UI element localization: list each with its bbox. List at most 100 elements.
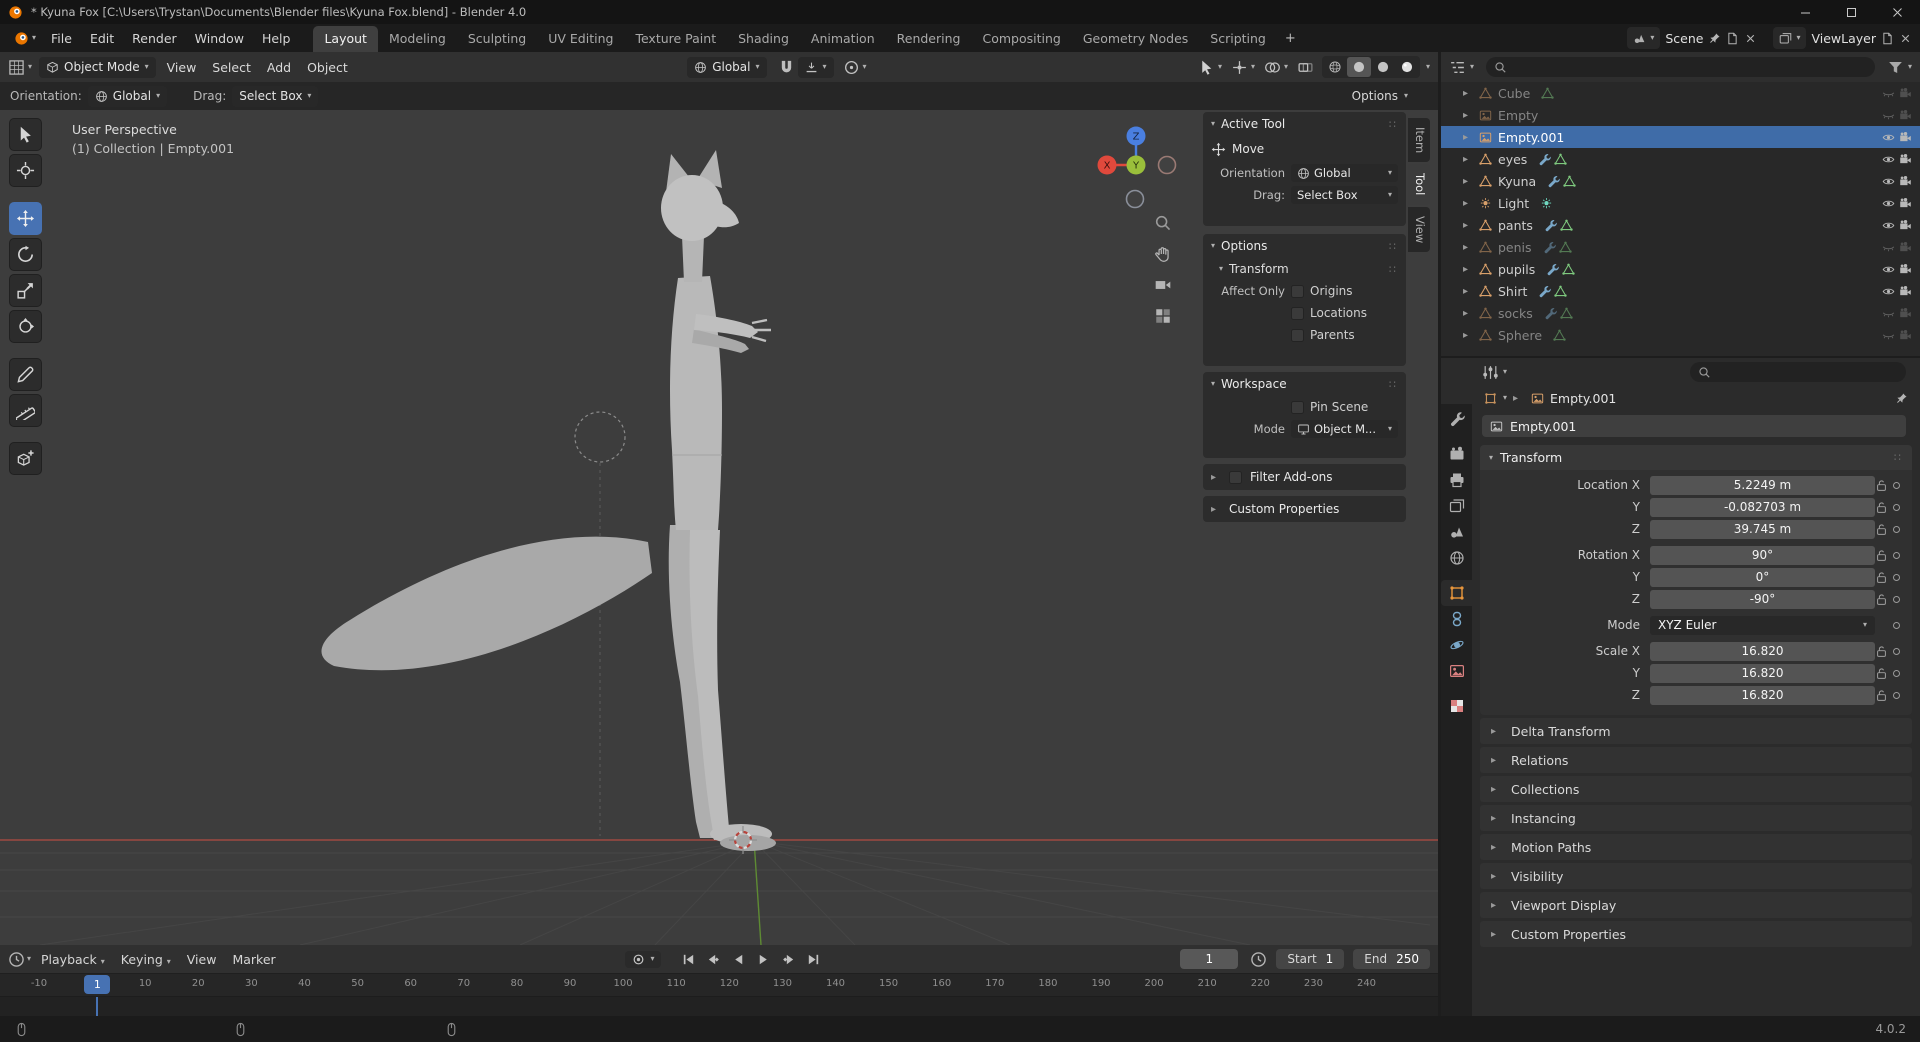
eye-open-icon[interactable]: [1882, 197, 1895, 210]
camera-visibility-icon[interactable]: [1899, 219, 1912, 232]
expand-icon[interactable]: ▸: [1463, 110, 1475, 121]
workspace-tab-modeling[interactable]: Modeling: [378, 26, 457, 52]
transform-panel-header[interactable]: ▾Transform∷: [1480, 445, 1912, 470]
expand-icon[interactable]: ▸: [1463, 220, 1475, 231]
active-tool-panel-header[interactable]: ▾Active Tool∷: [1203, 112, 1406, 136]
transform-subpanel-header[interactable]: ▾Transform∷: [1203, 258, 1406, 280]
show-overlays-icon[interactable]: [1264, 59, 1281, 76]
menu-help[interactable]: Help: [253, 27, 300, 50]
options-button[interactable]: Options: [1352, 89, 1398, 103]
properties-tab-view-layer[interactable]: [1441, 493, 1472, 519]
camera-visibility-icon[interactable]: [1899, 307, 1912, 320]
z-field[interactable]: -90°: [1650, 590, 1875, 609]
workspace-tab-shading[interactable]: Shading: [727, 26, 800, 52]
animate-property-dot[interactable]: [1888, 622, 1904, 629]
locations-checkbox[interactable]: [1291, 307, 1304, 320]
eye-closed-icon[interactable]: [1882, 241, 1895, 254]
tool-orientation-dropdown[interactable]: Global▾: [88, 86, 167, 107]
panel-relations[interactable]: ▸Relations: [1480, 747, 1912, 773]
workspace-tab-sculpting[interactable]: Sculpting: [457, 26, 537, 52]
camera-view-icon[interactable]: [1154, 276, 1172, 294]
new-scene-icon[interactable]: [1726, 32, 1739, 45]
eye-closed-icon[interactable]: [1882, 307, 1895, 320]
z-field[interactable]: 39.745 m: [1650, 520, 1875, 539]
sidebar-tab-view[interactable]: View: [1408, 207, 1430, 252]
lock-icon[interactable]: [1875, 571, 1888, 584]
pin-scene-icon[interactable]: [1708, 32, 1721, 45]
menu-render[interactable]: Render: [123, 27, 186, 50]
options-panel-header[interactable]: ▾Options∷: [1203, 234, 1406, 258]
lock-icon[interactable]: [1875, 645, 1888, 658]
expand-icon[interactable]: ▸: [1463, 264, 1475, 275]
lock-icon[interactable]: [1875, 667, 1888, 680]
outliner-item-empty.001[interactable]: ▸Empty.001: [1441, 126, 1920, 148]
menu-file[interactable]: File: [42, 27, 81, 50]
animate-property-dot[interactable]: [1888, 596, 1904, 603]
animate-property-dot[interactable]: [1888, 648, 1904, 655]
camera-visibility-icon[interactable]: [1899, 153, 1912, 166]
tool-transform[interactable]: [9, 310, 42, 343]
panel-delta-transform[interactable]: ▸Delta Transform: [1480, 718, 1912, 744]
mode-field[interactable]: XYZ Euler▾: [1650, 616, 1875, 635]
sidebar-orientation-dropdown[interactable]: Global▾: [1291, 164, 1398, 182]
animate-property-dot[interactable]: [1888, 670, 1904, 677]
shading-rendered-icon[interactable]: [1395, 57, 1419, 77]
panel-visibility[interactable]: ▸Visibility: [1480, 863, 1912, 889]
panel-motion-paths[interactable]: ▸Motion Paths: [1480, 834, 1912, 860]
menu-edit[interactable]: Edit: [81, 27, 123, 50]
filter-addons-panel[interactable]: ▸Filter Add-ons: [1203, 464, 1406, 490]
menu-window[interactable]: Window: [186, 27, 253, 50]
workspace-tab-geometry-nodes[interactable]: Geometry Nodes: [1072, 26, 1199, 52]
lock-icon[interactable]: [1875, 501, 1888, 514]
xray-toggle-icon[interactable]: [1297, 59, 1314, 76]
eye-open-icon[interactable]: [1882, 263, 1895, 276]
animate-property-dot[interactable]: [1888, 526, 1904, 533]
rotation-x-field[interactable]: 90°: [1650, 546, 1875, 565]
parents-checkbox[interactable]: [1291, 329, 1304, 342]
workspace-tab-texture-paint[interactable]: Texture Paint: [624, 26, 727, 52]
expand-icon[interactable]: ▸: [1463, 132, 1475, 143]
minimize-button[interactable]: [1782, 0, 1828, 24]
shading-wireframe-icon[interactable]: [1323, 57, 1347, 77]
shading-solid-icon[interactable]: [1347, 57, 1371, 77]
camera-visibility-icon[interactable]: [1899, 263, 1912, 276]
outliner-item-shirt[interactable]: ▸Shirt: [1441, 280, 1920, 302]
transform-orientation-dropdown[interactable]: Global▾: [687, 57, 766, 78]
workspace-tab-layout[interactable]: Layout: [313, 26, 378, 52]
pan-hand-icon[interactable]: [1154, 245, 1172, 263]
proportional-edit-icon[interactable]: [843, 59, 860, 76]
toggle-ortho-icon[interactable]: [1154, 307, 1172, 325]
animate-property-dot[interactable]: [1888, 692, 1904, 699]
expand-icon[interactable]: ▸: [1463, 286, 1475, 297]
outliner-search-input[interactable]: [1486, 57, 1875, 77]
new-viewlayer-icon[interactable]: [1881, 32, 1894, 45]
tool-cursor[interactable]: [9, 154, 42, 187]
properties-tab-render[interactable]: [1441, 441, 1472, 467]
expand-icon[interactable]: ▸: [1463, 88, 1475, 99]
selectability-icon[interactable]: [1198, 59, 1215, 76]
workspace-tab-animation[interactable]: Animation: [800, 26, 886, 52]
zoom-icon[interactable]: [1154, 214, 1172, 232]
y-field[interactable]: 0°: [1650, 568, 1875, 587]
timeline-menu-marker[interactable]: Marker: [224, 949, 283, 970]
camera-visibility-icon[interactable]: [1899, 197, 1912, 210]
outliner-filter-icon[interactable]: [1887, 59, 1904, 76]
expand-icon[interactable]: ▸: [1463, 198, 1475, 209]
properties-tab-physics[interactable]: [1441, 632, 1472, 658]
add-workspace-button[interactable]: +: [1277, 29, 1304, 48]
use-preview-range-icon[interactable]: [1250, 951, 1267, 968]
maximize-button[interactable]: [1828, 0, 1874, 24]
sidebar-custom-properties-panel[interactable]: ▸Custom Properties: [1203, 496, 1406, 522]
close-button[interactable]: [1874, 0, 1920, 24]
snap-settings-dropdown[interactable]: ▾: [798, 57, 834, 78]
camera-visibility-icon[interactable]: [1899, 329, 1912, 342]
sidebar-drag-dropdown[interactable]: Select Box▾: [1291, 186, 1398, 204]
expand-icon[interactable]: ▸: [1463, 308, 1475, 319]
eye-closed-icon[interactable]: [1882, 329, 1895, 342]
frame-end-field[interactable]: End250: [1353, 949, 1430, 969]
lock-icon[interactable]: [1875, 523, 1888, 536]
eye-open-icon[interactable]: [1882, 131, 1895, 144]
outliner-item-pupils[interactable]: ▸pupils: [1441, 258, 1920, 280]
panel-instancing[interactable]: ▸Instancing: [1480, 805, 1912, 831]
filter-addons-checkbox[interactable]: [1229, 471, 1242, 484]
